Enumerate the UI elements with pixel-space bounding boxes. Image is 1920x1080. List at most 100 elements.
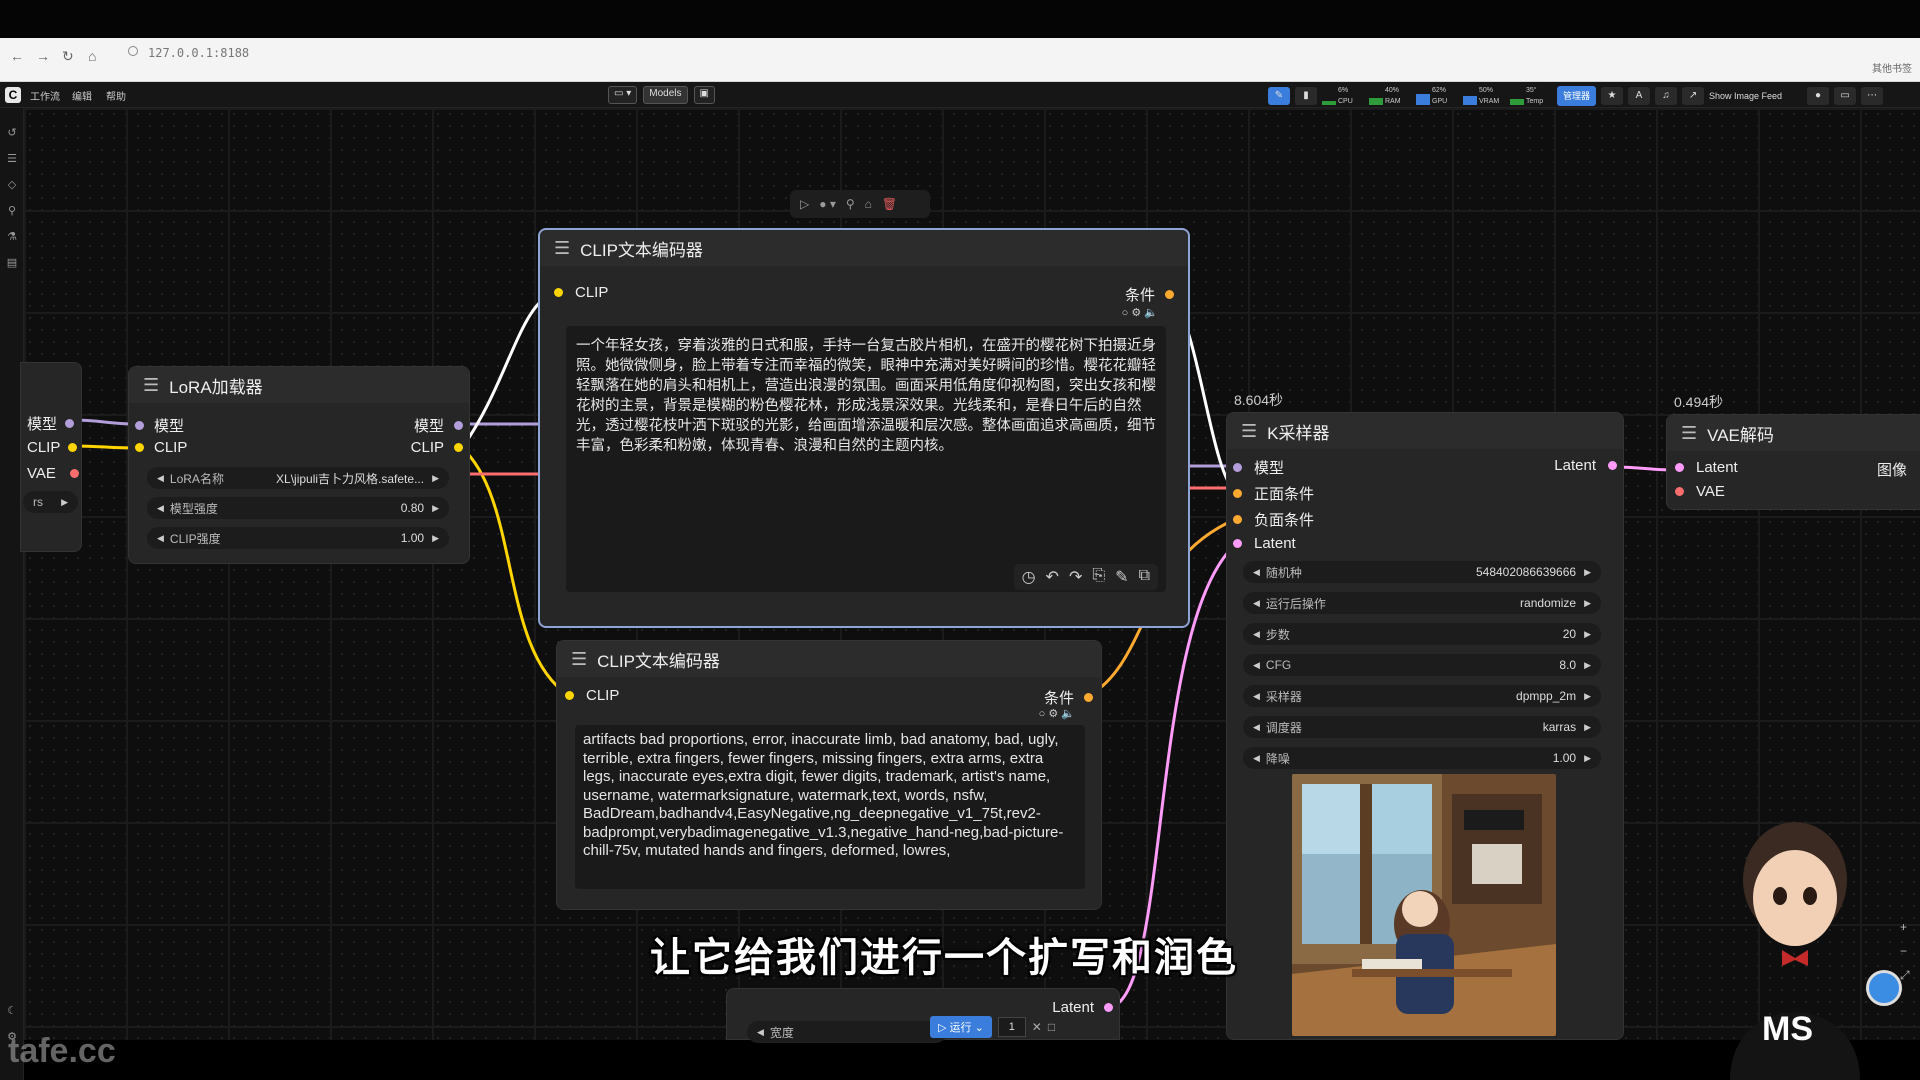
in-vae-dot[interactable] [1675, 487, 1684, 496]
in-clip-dot[interactable] [554, 288, 563, 297]
models-button[interactable]: Models [643, 86, 688, 104]
sampler-widget[interactable]: ◀ 采样器 dpmpp_2m ▶ [1243, 685, 1601, 707]
model-strength-widget[interactable]: ◀ 模型强度 0.80 ▶ [147, 497, 449, 519]
panel-icon[interactable]: ▭ [1834, 87, 1857, 105]
in-latent-dot[interactable] [1233, 539, 1242, 548]
zoom-in-icon[interactable]: + [1900, 920, 1920, 934]
forward-icon[interactable]: → [36, 48, 50, 64]
zoom-out-icon[interactable]: − [1900, 944, 1920, 958]
menu-help[interactable]: 帮助 [106, 88, 126, 103]
menu-icon[interactable]: ☰ [143, 375, 159, 396]
fit-view-icon[interactable]: ⤢ [1900, 968, 1920, 983]
theme-icon[interactable]: ☾ [5, 1004, 19, 1018]
menu-icon[interactable]: ☰ [554, 238, 570, 259]
comfy-logo[interactable]: C [5, 87, 21, 103]
brush-icon[interactable]: ✎ [1268, 87, 1290, 105]
translate-icon[interactable]: ⧉ [1139, 567, 1150, 587]
ksampler-header[interactable]: ☰ K采样器 [1227, 413, 1623, 449]
out-cond-dot[interactable] [1084, 693, 1093, 702]
bookmark-icon[interactable]: ⎘ [1092, 567, 1105, 587]
out-vae-dot[interactable] [69, 469, 79, 478]
bell-icon[interactable]: ♫ [1655, 87, 1678, 105]
translate-icon[interactable]: A [1628, 87, 1651, 105]
denoise-widget[interactable]: ◀ 降噪 1.00 ▶ [1243, 747, 1601, 769]
reload-icon[interactable]: ↻ [62, 48, 74, 65]
positive-prompt-textarea[interactable]: 一个年轻女孩，穿着淡雅的日式和服，手持一台复古胶片相机，在盛开的樱花树下拍摄近身… [566, 326, 1166, 592]
out-cond-dot[interactable] [1165, 290, 1174, 299]
share-icon[interactable]: ↗ [1682, 87, 1705, 105]
control-after-generate-widget[interactable]: ◀ 运行后操作 randomize ▶ [1243, 592, 1601, 614]
menu-workflow[interactable]: 工作流 [30, 88, 60, 103]
color-icon[interactable]: ● ▾ [819, 197, 836, 211]
history-icon[interactable]: ↺ [5, 126, 19, 140]
queue-icon[interactable]: ▣ [693, 86, 715, 104]
redo-icon[interactable]: ↷ [1069, 567, 1082, 587]
lora-name-widget[interactable]: ◀ LoRA名称 XL\jipuli吉卜力风格.safete... ▶ [147, 467, 449, 489]
in-clip-dot[interactable] [565, 691, 574, 700]
show-image-feed-button[interactable]: Show Image Feed [1709, 91, 1782, 101]
in-neg-dot[interactable] [1233, 515, 1242, 524]
in-clip-dot[interactable] [135, 443, 144, 452]
3d-icon[interactable]: ▤ [5, 256, 19, 270]
site-info-icon[interactable] [128, 46, 138, 56]
node-library-icon[interactable]: ◇ [5, 178, 19, 192]
menu-icon[interactable]: ☰ [571, 649, 587, 670]
widget-options-icon[interactable]: ○ ⚙ 🔈 [1039, 707, 1075, 720]
out-model-dot[interactable] [65, 419, 75, 428]
delete-icon[interactable]: 🗑 [882, 197, 897, 211]
manager-button[interactable]: 管理器 [1557, 86, 1597, 106]
more-icon[interactable]: ⋯ [1861, 87, 1884, 105]
ckpt-widget[interactable]: rs ▶ [23, 491, 78, 513]
vae-decode-node[interactable]: ☰ VAE解码 Latent VAE 图像 [1666, 414, 1920, 510]
user-icon[interactable]: ● [1807, 87, 1830, 105]
menu-icon[interactable]: ☰ [1681, 423, 1697, 444]
lora-node-header[interactable]: ☰ LoRA加载器 [129, 367, 469, 403]
checkpoint-loader-node[interactable]: 模型 CLIP VAE rs ▶ [20, 362, 82, 552]
in-pos-dot[interactable] [1233, 489, 1242, 498]
magic-wand-icon[interactable]: ✎ [1115, 567, 1128, 587]
clip-pos-header[interactable]: ☰ CLIP文本编码器 [540, 230, 1188, 266]
url-text[interactable]: 127.0.0.1:8188 [148, 46, 249, 60]
clip-strength-widget[interactable]: ◀ CLIP强度 1.00 ▶ [147, 527, 449, 549]
vae-header[interactable]: ☰ VAE解码 [1667, 415, 1920, 451]
menu-icon[interactable]: ☰ [1241, 421, 1257, 442]
stop-icon[interactable]: □ [1048, 1020, 1055, 1034]
play-icon[interactable]: ▷ [800, 197, 809, 211]
empty-latent-node[interactable]: Latent ◀ 宽度 [726, 988, 1120, 1043]
clip-text-encode-negative-node[interactable]: ☰ CLIP文本编码器 CLIP 条件 ○ ⚙ 🔈 artifacts bad p… [556, 640, 1102, 910]
scheduler-widget[interactable]: ◀ 调度器 karras ▶ [1243, 716, 1601, 738]
seed-widget[interactable]: ◀ 随机种 548402086639666 ▶ [1243, 561, 1601, 583]
folder-dropdown[interactable]: ▭ ▾ [608, 86, 638, 104]
out-latent-dot[interactable] [1104, 1003, 1113, 1012]
out-clip-dot[interactable] [454, 443, 463, 452]
out-model-dot[interactable] [454, 421, 463, 430]
in-model-dot[interactable] [1233, 463, 1242, 472]
steps-widget[interactable]: ◀ 步数 20 ▶ [1243, 623, 1601, 645]
cancel-icon[interactable]: ✕ [1032, 1020, 1042, 1034]
width-widget[interactable]: ◀ 宽度 [747, 1021, 947, 1043]
star-icon[interactable]: ★ [1601, 87, 1624, 105]
home-icon[interactable]: ⌂ [88, 48, 96, 64]
lora-loader-node[interactable]: ☰ LoRA加载器 模型 CLIP 模型 CLIP ◀ LoRA名称 XL\jipul… [128, 366, 470, 564]
other-bookmarks[interactable]: 其他书签 [1872, 60, 1912, 75]
bookmark-icon[interactable]: ▮ [1295, 87, 1317, 105]
in-model-dot[interactable] [135, 421, 144, 430]
out-clip-dot[interactable] [68, 443, 78, 452]
queue-list-icon[interactable]: ☰ [5, 152, 19, 166]
menu-edit[interactable]: 编辑 [72, 88, 92, 103]
cfg-widget[interactable]: ◀ CFG 8.0 ▶ [1243, 654, 1601, 676]
out-latent-dot[interactable] [1608, 461, 1617, 470]
widget-options-icon[interactable]: ○ ⚙ 🔈 [1122, 306, 1158, 319]
undo-icon[interactable]: ↶ [1046, 567, 1059, 587]
clip-neg-header[interactable]: ☰ CLIP文本编码器 [557, 641, 1101, 677]
preview-image[interactable] [1292, 774, 1556, 1036]
assistant-bubble-icon[interactable] [1866, 970, 1902, 1006]
workflows-icon[interactable]: ⚗ [5, 230, 19, 244]
in-latent-dot[interactable] [1675, 463, 1684, 472]
clip-text-encode-positive-node[interactable]: ☰ CLIP文本编码器 CLIP 条件 ○ ⚙ 🔈 一个年轻女孩，穿着淡雅的日式和… [538, 228, 1190, 628]
bypass-icon[interactable]: ⌂ [865, 197, 872, 211]
batch-count-input[interactable]: 1 [997, 1017, 1026, 1037]
back-icon[interactable]: ← [10, 48, 24, 64]
pin-icon[interactable]: ⚲ [846, 197, 855, 211]
model-library-icon[interactable]: ⚲ [5, 204, 19, 218]
